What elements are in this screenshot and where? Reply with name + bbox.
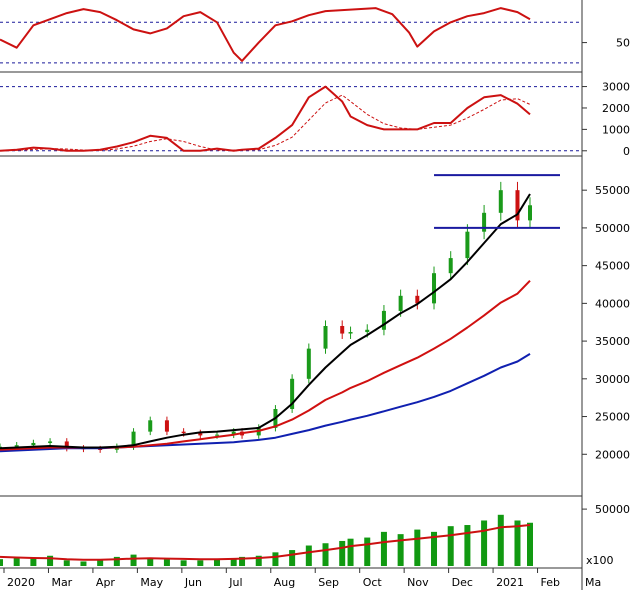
x-tick-label: Dec (452, 576, 473, 589)
volume-bar (322, 543, 329, 566)
volume-y-tick-label: 50000 (595, 503, 630, 516)
price-y-tick-label: 20000 (595, 448, 630, 461)
x-tick-label: Aug (274, 576, 295, 589)
volume-bar (0, 559, 3, 566)
x-tick-label: May (140, 576, 163, 589)
price-y-tick-label: 50000 (595, 222, 630, 235)
candle-body (148, 420, 153, 432)
x-tick-label: 2021 (496, 576, 524, 589)
volume-bar (30, 558, 37, 566)
x-tick-label: Nov (407, 576, 429, 589)
price-y-tick-label: 30000 (595, 373, 630, 386)
candle-body (498, 190, 503, 213)
volume-bar (447, 526, 454, 566)
candle-body (528, 205, 532, 221)
volume-bar (527, 522, 533, 566)
x-tick-label: Jun (184, 576, 202, 589)
candle-body (306, 348, 311, 379)
volume-bar (130, 554, 137, 566)
volume-bar (163, 559, 170, 566)
volume-bar (464, 525, 471, 566)
volume-bar (481, 520, 488, 566)
candle-body (48, 441, 53, 443)
chart-canvas: 50 3000 2000 1000 0 55000 50000 45000 40000 350… (0, 0, 632, 590)
x-tick-label: Mar (51, 576, 72, 589)
price-y-tick-label: 25000 (595, 411, 630, 424)
volume-bar (397, 534, 404, 566)
volume-bar (380, 531, 387, 566)
candle-body (448, 258, 453, 274)
volume-bar (272, 552, 279, 566)
price-y-tick-label: 40000 (595, 297, 630, 310)
volume-bar (80, 561, 87, 566)
x-tick-label: Jul (228, 576, 242, 589)
candle-body (348, 332, 353, 334)
volume-bar (364, 537, 371, 566)
candle-body (381, 310, 386, 330)
candle-body (164, 420, 169, 432)
candle-body (465, 231, 470, 259)
volume-bar (414, 529, 421, 566)
x-tick-label: Sep (318, 576, 339, 589)
volume-bar (347, 538, 354, 566)
stock-chart: 50 3000 2000 1000 0 55000 50000 45000 40000 350… (0, 0, 632, 590)
candle-body (398, 295, 403, 311)
x-tick-label: Ma (585, 576, 601, 589)
x-tick-label: Apr (96, 576, 116, 589)
candle-body (432, 273, 437, 304)
volume-bar (497, 514, 504, 566)
oscillator-y-tick-label: 1000 (602, 123, 630, 136)
price-y-tick-label: 55000 (595, 184, 630, 197)
candle-body (215, 434, 220, 436)
oscillator-y-tick-label: 0 (623, 145, 630, 158)
candle-body (31, 442, 36, 446)
volume-bar (339, 540, 346, 566)
oscillator-y-tick-label: 2000 (602, 102, 630, 115)
oscillator-y-tick-label: 3000 (602, 81, 630, 94)
x-tick-label: 2020 (7, 576, 35, 589)
candle-body (365, 329, 370, 333)
rsi-y-tick-label: 50 (616, 37, 630, 50)
volume-bar (63, 560, 70, 566)
price-y-tick-label: 45000 (595, 260, 630, 273)
x-tick-label: Feb (541, 576, 560, 589)
candle-body (323, 326, 328, 349)
x-tick-label: Oct (363, 576, 383, 589)
candle-body (181, 431, 186, 434)
volume-bar (197, 560, 204, 566)
volume-bar (305, 545, 312, 566)
volume-bar (180, 560, 187, 566)
volume-bar (289, 550, 296, 566)
price-y-tick-label: 35000 (595, 335, 630, 348)
volume-unit-label: x100 (586, 554, 614, 567)
candle-body (340, 326, 345, 334)
